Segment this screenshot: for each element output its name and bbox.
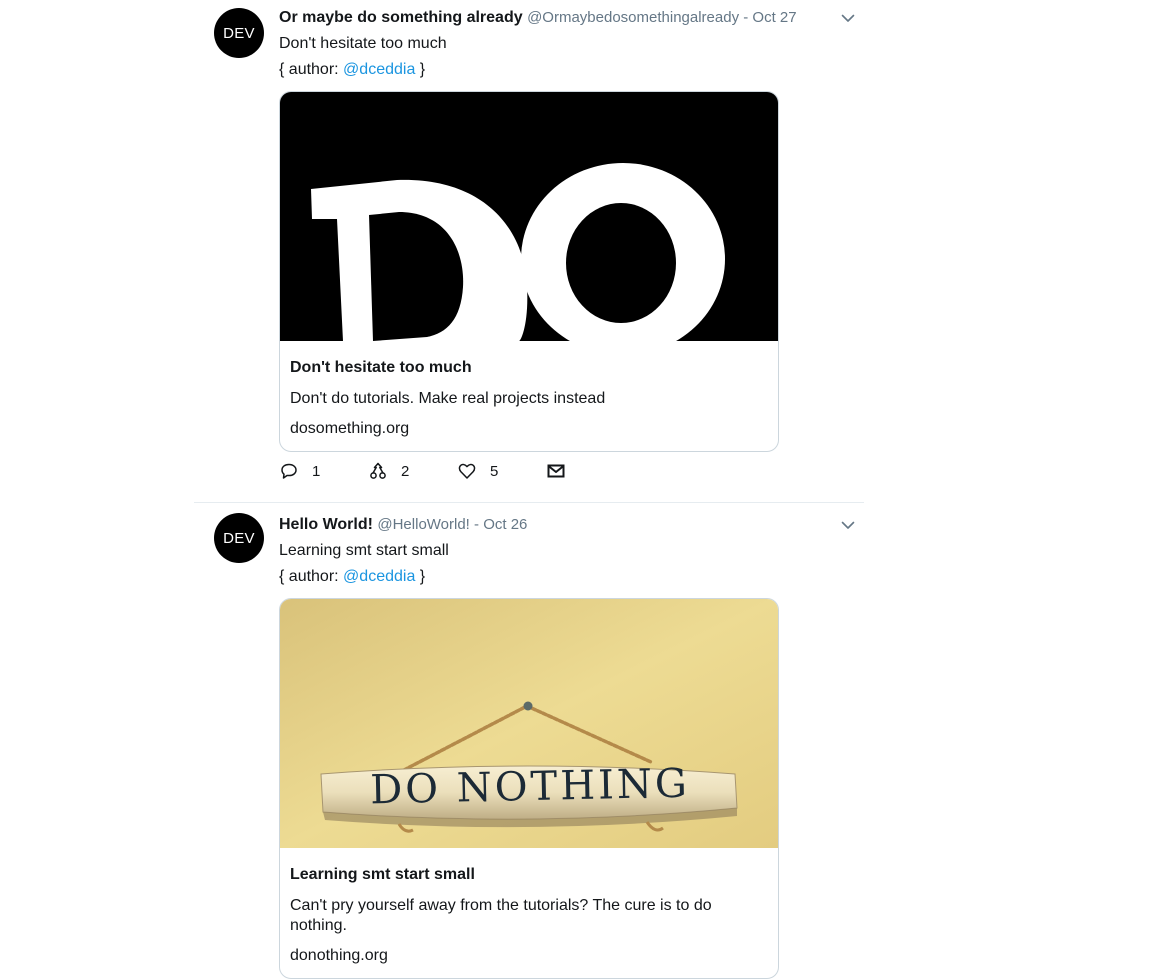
heart-icon (458, 463, 476, 479)
avatar[interactable]: DEV (214, 513, 264, 563)
author-prefix: { author: (279, 61, 344, 78)
author-mention-link[interactable]: @dceddia (343, 61, 415, 78)
header-separator: - (739, 9, 753, 26)
reply-count: 1 (312, 462, 321, 480)
tweet-text: Learning smt start small (279, 542, 449, 559)
author-suffix: } (415, 568, 426, 585)
envelope-icon (547, 464, 565, 478)
author-handle[interactable]: @HelloWorld! (377, 516, 469, 533)
author-handle[interactable]: @Ormaybedosomethingalready (527, 9, 739, 26)
retweet-button[interactable]: 2 (368, 461, 457, 481)
card-title: Don't hesitate too much (290, 359, 472, 376)
tweet-date[interactable]: Oct 26 (483, 516, 527, 533)
like-count: 5 (490, 462, 499, 480)
avatar-text: DEV (223, 24, 255, 42)
tweet-content: Hello World! @HelloWorld! - Oct 26 Learn… (279, 515, 864, 979)
card-image-do (280, 92, 778, 341)
tweet-actions: 1 2 5 (279, 460, 864, 502)
card-body: Don't hesitate too much Don't do tutoria… (280, 341, 778, 451)
tweet-author-line: { author: @dceddia } (279, 60, 864, 80)
header-separator: - (469, 516, 484, 533)
link-card[interactable]: Don't hesitate too much Don't do tutoria… (279, 91, 779, 452)
card-description: Don't do tutorials. Make real projects i… (290, 390, 606, 407)
reply-icon (281, 463, 297, 479)
author-prefix: { author: (279, 568, 344, 585)
avatar[interactable]: DEV (214, 8, 264, 58)
avatar-text: DEV (223, 529, 255, 547)
tweet-date[interactable]: Oct 27 (752, 9, 796, 26)
author-name[interactable]: Hello World! (279, 516, 373, 533)
reply-button[interactable]: 1 (279, 461, 368, 481)
card-description: Can't pry yourself away from the tutoria… (290, 897, 712, 934)
card-domain: donothing.org (290, 947, 388, 964)
card-body: Learning smt start small Can't pry yours… (280, 848, 778, 978)
tweet[interactable]: DEV Hello World! @HelloWorld! - Oct 26 L… (194, 503, 864, 979)
tweet-text: Don't hesitate too much (279, 35, 447, 52)
tweet-content: Or maybe do something already @Ormaybedo… (279, 8, 864, 502)
card-title: Learning smt start small (290, 866, 475, 883)
tweet-header: Hello World! @HelloWorld! - Oct 26 (279, 515, 864, 535)
link-card[interactable]: Learning smt start small Can't pry yours… (279, 598, 779, 979)
author-mention-link[interactable]: @dceddia (343, 568, 415, 585)
like-button[interactable]: 5 (457, 461, 546, 481)
author-suffix: } (415, 61, 426, 78)
chevron-down-icon[interactable] (840, 517, 856, 533)
card-image-do-nothing-sign (280, 599, 778, 848)
author-name[interactable]: Or maybe do something already (279, 9, 523, 26)
retweet-icon (370, 462, 386, 479)
chevron-down-icon[interactable] (840, 10, 856, 26)
tweet-author-line: { author: @dceddia } (279, 567, 864, 587)
card-domain: dosomething.org (290, 420, 410, 437)
tweet[interactable]: DEV Or maybe do something already @Ormay… (194, 0, 864, 503)
retweet-count: 2 (401, 462, 410, 480)
message-button[interactable] (546, 461, 635, 481)
tweet-header: Or maybe do something already @Ormaybedo… (279, 8, 864, 28)
tweet-feed: DEV Or maybe do something already @Ormay… (194, 0, 864, 979)
